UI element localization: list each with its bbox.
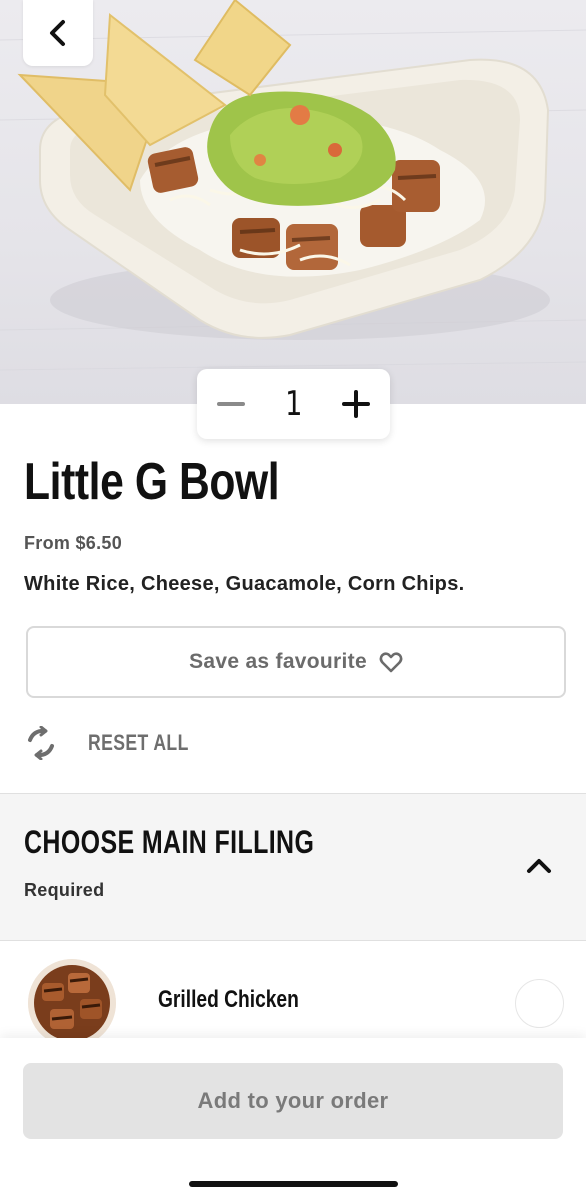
save-favourite-button[interactable]: Save as favourite <box>26 626 566 698</box>
home-indicator <box>189 1181 398 1187</box>
section-title: CHOOSE MAIN FILLING <box>24 824 315 860</box>
option-radio[interactable] <box>515 979 564 1028</box>
page-title: Little G Bowl <box>24 453 280 511</box>
save-favourite-label: Save as favourite <box>189 650 367 673</box>
reset-all-label: RESET ALL <box>88 730 189 755</box>
back-button[interactable] <box>23 0 93 66</box>
list-item[interactable]: Grilled Chicken <box>0 942 586 1047</box>
minus-icon[interactable] <box>217 390 245 418</box>
option-label: Grilled Chicken <box>158 986 299 1013</box>
required-label: Required <box>24 880 105 900</box>
refresh-icon <box>28 726 54 760</box>
main-filling-section-header[interactable]: CHOOSE MAIN FILLING Required <box>0 793 586 941</box>
quantity-value: 1 <box>284 384 303 424</box>
add-to-order-button[interactable]: Add to your order <box>23 1063 563 1139</box>
chevron-up-icon[interactable] <box>526 856 552 874</box>
grilled-chicken-thumbnail <box>28 959 116 1047</box>
chevron-left-icon <box>50 20 65 46</box>
product-price: From $6.50 <box>24 533 123 553</box>
reset-all-button[interactable]: RESET ALL <box>24 726 214 760</box>
heart-icon <box>379 652 403 673</box>
quantity-stepper: 1 <box>197 369 390 439</box>
bottom-action-bar: Add to your order <box>0 1038 586 1200</box>
product-description: White Rice, Cheese, Guacamole, Corn Chip… <box>24 573 465 595</box>
add-to-order-label: Add to your order <box>197 1088 389 1113</box>
plus-icon[interactable] <box>341 390 370 418</box>
